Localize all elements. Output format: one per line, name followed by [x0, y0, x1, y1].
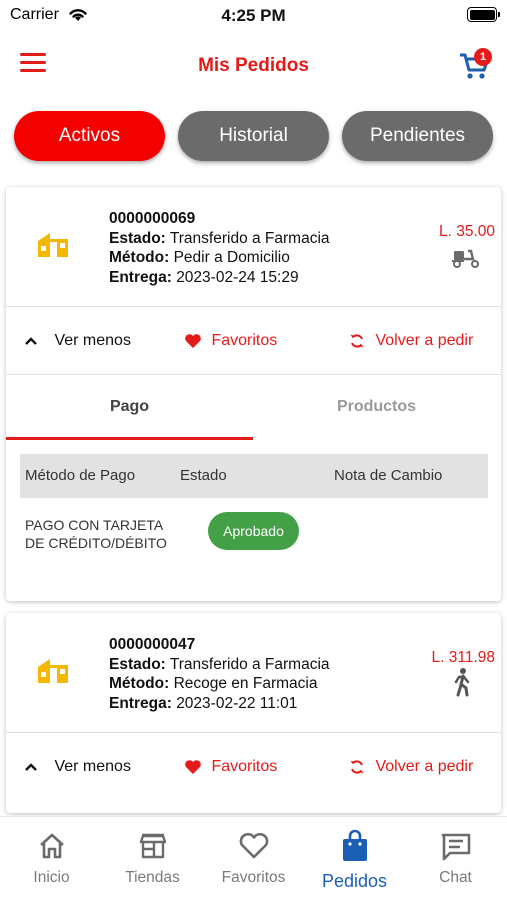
order-delivery-date: 2023-02-24 15:29 [176, 268, 299, 286]
order-details: 0000000047 Estado: Transferido a Farmaci… [109, 635, 330, 713]
order-method: Pedir a Domicilio [173, 249, 290, 266]
order-status-line: Estado: Transferido a Farmacia [109, 229, 330, 247]
favorites-button[interactable]: Favoritos [184, 307, 277, 374]
order-method: Recoge en Farmacia [173, 675, 318, 692]
order-summary: 0000000069 Estado: Transferido a Farmaci… [6, 187, 501, 307]
shopping-bag-icon [342, 829, 367, 861]
order-delivery-date: 2023-02-22 11:01 [176, 694, 298, 712]
cart-count-badge: 1 [474, 48, 492, 66]
nav-pedidos[interactable]: Pedidos [304, 817, 405, 900]
order-number: 0000000047 [109, 636, 196, 653]
tab-pago[interactable]: Pago [6, 375, 253, 441]
nav-favoritos[interactable]: Favoritos [203, 817, 304, 900]
scooter-icon [452, 249, 479, 268]
column-header: Método de Pago [25, 467, 136, 484]
walking-person-icon [454, 668, 470, 697]
nav-inicio[interactable]: Inicio [1, 817, 102, 900]
status-bar: Carrier 4:25 PM [0, 0, 507, 30]
order-delivery-line: Entrega: 2023-02-22 11:01 [109, 694, 298, 712]
column-header: Nota de Cambio [334, 467, 443, 484]
order-delivery-line: Entrega: 2023-02-24 15:29 [109, 268, 299, 286]
reorder-button[interactable]: Volver a pedir [349, 733, 473, 800]
pharmacy-store-icon [38, 233, 68, 257]
home-icon [39, 833, 64, 859]
favorites-button[interactable]: Favoritos [184, 733, 277, 800]
page-title: Mis Pedidos [198, 55, 309, 76]
order-method-line: Método: Recoge en Farmacia [109, 675, 318, 692]
chevron-up-icon [25, 763, 37, 771]
reorder-button[interactable]: Volver a pedir [349, 307, 473, 374]
toggle-details-button[interactable]: Ver menos [24, 307, 131, 374]
payment-table-header: Método de Pago Estado Nota de Cambio [20, 454, 488, 498]
order-summary: 0000000047 Estado: Transferido a Farmaci… [6, 613, 501, 733]
column-header: Estado [180, 467, 227, 484]
order-number: 0000000069 [109, 210, 196, 227]
order-card: 0000000047 Estado: Transferido a Farmaci… [6, 613, 501, 813]
pharmacy-store-icon [38, 659, 68, 683]
payment-method: PAGO CON TARJETA DE CRÉDITO/DÉBITO [25, 517, 167, 551]
tab-activos[interactable]: Activos [14, 111, 165, 161]
order-filter-tabs: Activos Historial Pendientes [0, 111, 507, 161]
clock: 4:25 PM [221, 6, 286, 25]
payment-table: Método de Pago Estado Nota de Cambio PAG… [6, 440, 501, 600]
nav-chat[interactable]: Chat [405, 817, 506, 900]
battery-icon [467, 7, 500, 22]
order-status-line: Estado: Transferido a Farmacia [109, 655, 330, 673]
heart-icon [185, 333, 201, 348]
tab-pendientes[interactable]: Pendientes [342, 111, 493, 161]
order-details: 0000000069 Estado: Transferido a Farmaci… [109, 209, 330, 287]
order-card: 0000000069 Estado: Transferido a Farmaci… [6, 187, 501, 601]
order-detail-tabs: Pago Productos [6, 374, 501, 440]
order-method-line: Método: Pedir a Domicilio [109, 249, 290, 266]
nav-tiendas[interactable]: Tiendas [102, 817, 203, 900]
chevron-up-icon [25, 337, 37, 345]
order-actions: Ver menos Favoritos Volver a pedir [6, 733, 501, 800]
toggle-details-button[interactable]: Ver menos [24, 733, 131, 800]
heart-outline-icon [239, 832, 268, 859]
chat-icon [441, 833, 470, 861]
app-header: Mis Pedidos [0, 40, 507, 92]
payment-status-badge: Aprobado [208, 512, 299, 550]
refresh-icon [350, 760, 364, 774]
order-price: L. 311.98 [431, 649, 496, 666]
tab-productos[interactable]: Productos [253, 375, 500, 441]
tab-historial[interactable]: Historial [178, 111, 329, 161]
store-icon [139, 833, 166, 859]
order-actions: Ver menos Favoritos Volver a pedir [6, 307, 501, 374]
bottom-navigation: Inicio Tiendas Favoritos Pedidos Chat [0, 816, 507, 900]
order-status: Transferido a Farmacia [169, 229, 330, 247]
heart-icon [185, 759, 201, 774]
order-status: Transferido a Farmacia [169, 655, 330, 673]
refresh-icon [350, 334, 364, 348]
order-price: L. 35.00 [438, 223, 495, 240]
